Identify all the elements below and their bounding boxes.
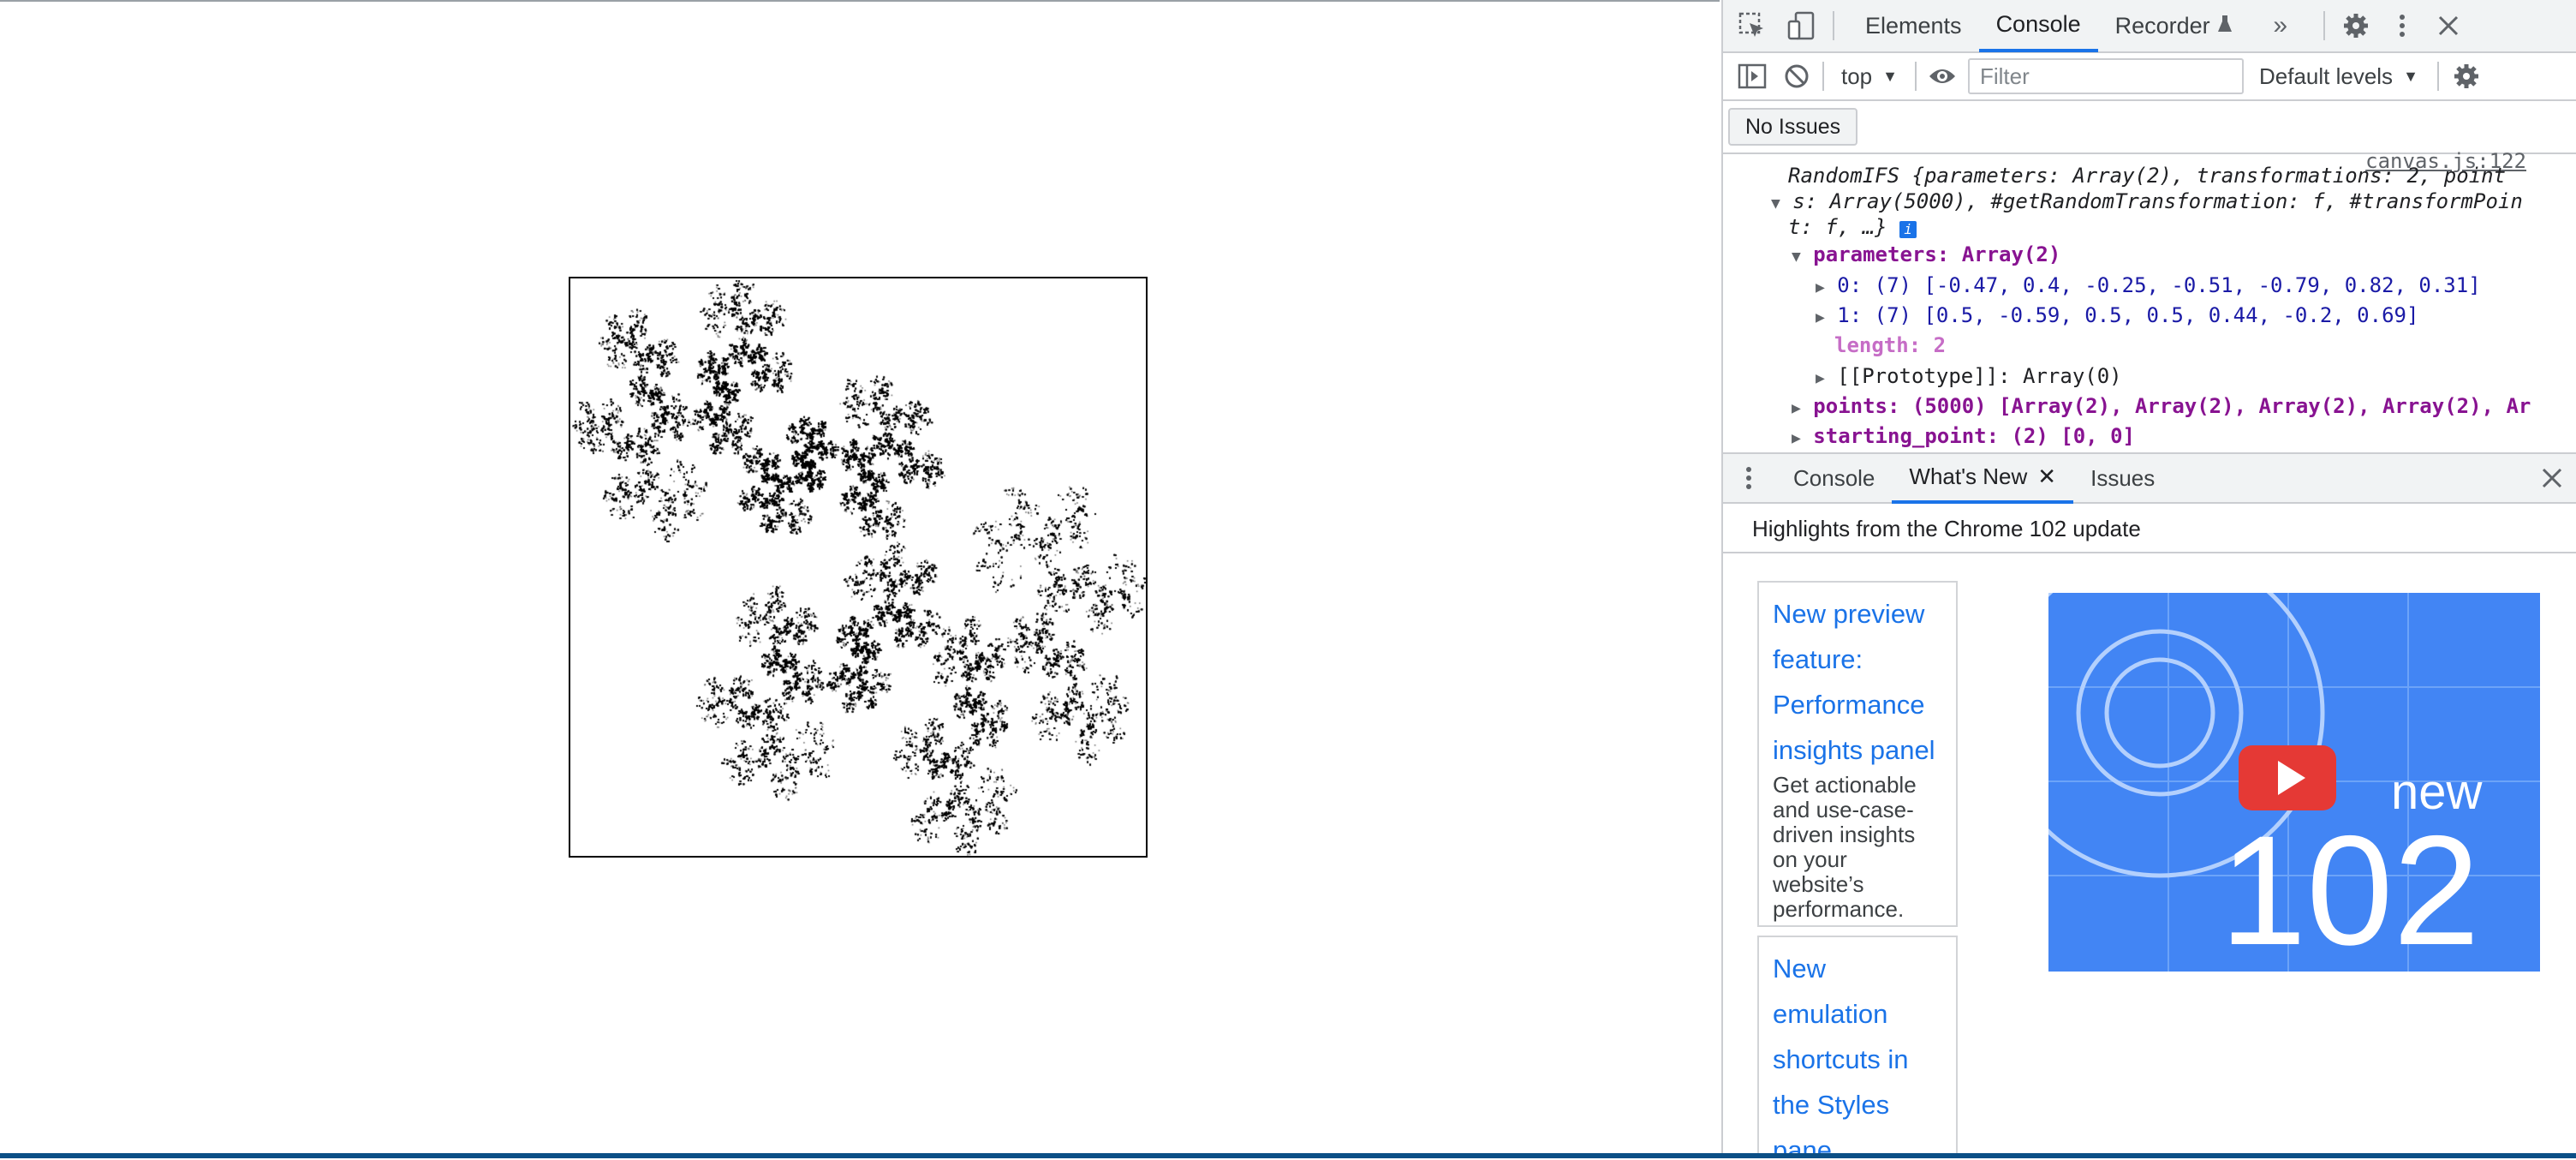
starting-point-text: starting_point: (2) [0, 0] xyxy=(1813,424,2135,448)
console-filter-input[interactable]: Filter xyxy=(1967,58,2244,94)
live-expression-eye-icon[interactable] xyxy=(1925,59,1959,93)
card-title[interactable]: New preview feature: Performance insight… xyxy=(1773,591,1942,773)
device-toolbar-icon[interactable] xyxy=(1785,9,1819,43)
context-selector[interactable]: top ▼ xyxy=(1833,63,1906,90)
console-toolbar: top ▼ Filter Default levels ▼ xyxy=(1723,53,2576,101)
chrome-102-video-thumbnail[interactable]: new 102 xyxy=(2048,593,2540,972)
devtools-main-toolbar: Elements Console Recorder » xyxy=(1723,0,2576,53)
kebab-menu-icon[interactable] xyxy=(2385,9,2419,43)
whats-new-card-2[interactable]: New emulation shortcuts in the Styles pa… xyxy=(1757,936,1958,1153)
drawer-tab-whats-new-label: What's New xyxy=(1909,463,2028,489)
close-drawer-icon[interactable] xyxy=(2535,461,2569,495)
drawer-menu-icon[interactable] xyxy=(1732,461,1766,495)
highlights-heading: Highlights from the Chrome 102 update xyxy=(1723,505,2576,553)
console-object-summary-line3: t: f, …} i xyxy=(1788,214,1917,240)
more-tabs-icon[interactable]: » xyxy=(2263,9,2298,43)
expanded-triangle-icon[interactable]: ▼ xyxy=(1771,194,1780,212)
tab-recorder-label: Recorder xyxy=(2114,12,2210,39)
console-settings-gear-icon[interactable] xyxy=(2449,59,2484,93)
collapsed-triangle-icon[interactable]: ▶ xyxy=(1816,278,1825,296)
drawer-tabbar: Console What's New ✕ Issues xyxy=(1723,452,2576,504)
points-row[interactable]: ▶ points: (5000) [Array(2), Array(2), Ar… xyxy=(1792,393,2531,422)
tab-recorder[interactable]: Recorder xyxy=(2098,0,2250,52)
drawer-tab-whats-new[interactable]: What's New ✕ xyxy=(1892,452,2074,504)
issues-bar: No Issues xyxy=(1723,101,2576,154)
console-object-summary-tail: t: f, …} xyxy=(1788,215,1887,239)
console-output: canvas.js:122 RandomIFS {parameters: Arr… xyxy=(1723,149,2576,451)
log-levels-dropdown[interactable]: Default levels ▼ xyxy=(2251,63,2427,90)
toolbar-separator xyxy=(1914,62,1917,91)
whats-new-card-1[interactable]: New preview feature: Performance insight… xyxy=(1757,581,1958,927)
info-badge-icon[interactable]: i xyxy=(1899,221,1917,238)
toolbar-separator xyxy=(2436,62,2439,91)
drawer-tab-console[interactable]: Console xyxy=(1776,452,1892,504)
fractal-canvas xyxy=(569,277,1148,858)
parameter-0-row[interactable]: ▶ 0: (7) [-0.47, 0.4, -0.25, -0.51, -0.7… xyxy=(1816,272,2481,301)
window-bottom-edge xyxy=(0,1153,2576,1158)
context-selector-label: top xyxy=(1841,63,1873,89)
devtools-panel: Elements Console Recorder » top ▼ Filter… xyxy=(1721,0,2576,1153)
console-object-summary-text: s: Array(5000), #getRandomTransformation… xyxy=(1792,189,2523,213)
video-number-label: 102 xyxy=(2220,803,2480,972)
collapsed-triangle-icon[interactable]: ▶ xyxy=(1816,369,1825,387)
expanded-triangle-icon[interactable]: ▼ xyxy=(1792,248,1801,266)
dropdown-arrow-icon: ▼ xyxy=(1882,67,1898,85)
console-object-summary-line1[interactable]: RandomIFS {parameters: Array(2), transfo… xyxy=(1788,163,2506,188)
sidebar-toggle-icon[interactable] xyxy=(1735,59,1769,93)
length-row: length: 2 xyxy=(1834,333,1947,357)
collapsed-triangle-icon[interactable]: ▶ xyxy=(1792,429,1801,447)
log-levels-label: Default levels xyxy=(2258,63,2394,89)
toolbar-separator xyxy=(1822,62,1824,91)
console-object-summary-line2[interactable]: ▼ s: Array(5000), #getRandomTransformati… xyxy=(1771,188,2523,217)
card-description: Get actionable and use-case-driven insig… xyxy=(1773,772,1917,922)
no-issues-button[interactable]: No Issues xyxy=(1728,108,1858,146)
parameter-0-text: 0: (7) [-0.47, 0.4, -0.25, -0.51, -0.79,… xyxy=(1837,273,2481,297)
prototype-row[interactable]: ▶ [[Prototype]]: Array(0) xyxy=(1816,363,2122,392)
tab-elements[interactable]: Elements xyxy=(1848,0,1979,52)
collapsed-triangle-icon[interactable]: ▶ xyxy=(1792,399,1801,417)
clear-console-icon[interactable] xyxy=(1780,59,1814,93)
web-page xyxy=(0,0,1720,1160)
dropdown-arrow-icon: ▼ xyxy=(2403,67,2418,85)
parameters-text: parameters: Array(2) xyxy=(1813,242,2061,266)
inspect-element-icon[interactable] xyxy=(1735,9,1769,43)
parameter-1-text: 1: (7) [0.5, -0.59, 0.5, 0.5, 0.44, -0.2… xyxy=(1837,303,2419,327)
toolbar-separator xyxy=(2323,11,2325,40)
tab-console[interactable]: Console xyxy=(1978,0,2098,52)
points-text: points: (5000) [Array(2), Array(2), Arra… xyxy=(1813,394,2531,418)
parameter-1-row[interactable]: ▶ 1: (7) [0.5, -0.59, 0.5, 0.5, 0.44, -0… xyxy=(1816,302,2418,331)
starting-point-row[interactable]: ▶ starting_point: (2) [0, 0] xyxy=(1792,423,2135,451)
flask-icon xyxy=(2217,13,2233,39)
prototype-text: [[Prototype]]: Array(0) xyxy=(1837,364,2122,388)
chrome-102-artwork: new 102 xyxy=(2048,593,2540,972)
toolbar-separator xyxy=(1833,11,1834,40)
parameters-row[interactable]: ▼ parameters: Array(2) xyxy=(1792,242,2060,270)
close-tab-icon[interactable]: ✕ xyxy=(2037,463,2056,490)
collapsed-triangle-icon[interactable]: ▶ xyxy=(1816,308,1825,326)
drawer-tab-issues[interactable]: Issues xyxy=(2073,452,2172,504)
card-title[interactable]: New emulation shortcuts in the Styles pa… xyxy=(1773,946,1942,1153)
close-devtools-icon[interactable] xyxy=(2431,9,2466,43)
settings-gear-icon[interactable] xyxy=(2339,9,2373,43)
